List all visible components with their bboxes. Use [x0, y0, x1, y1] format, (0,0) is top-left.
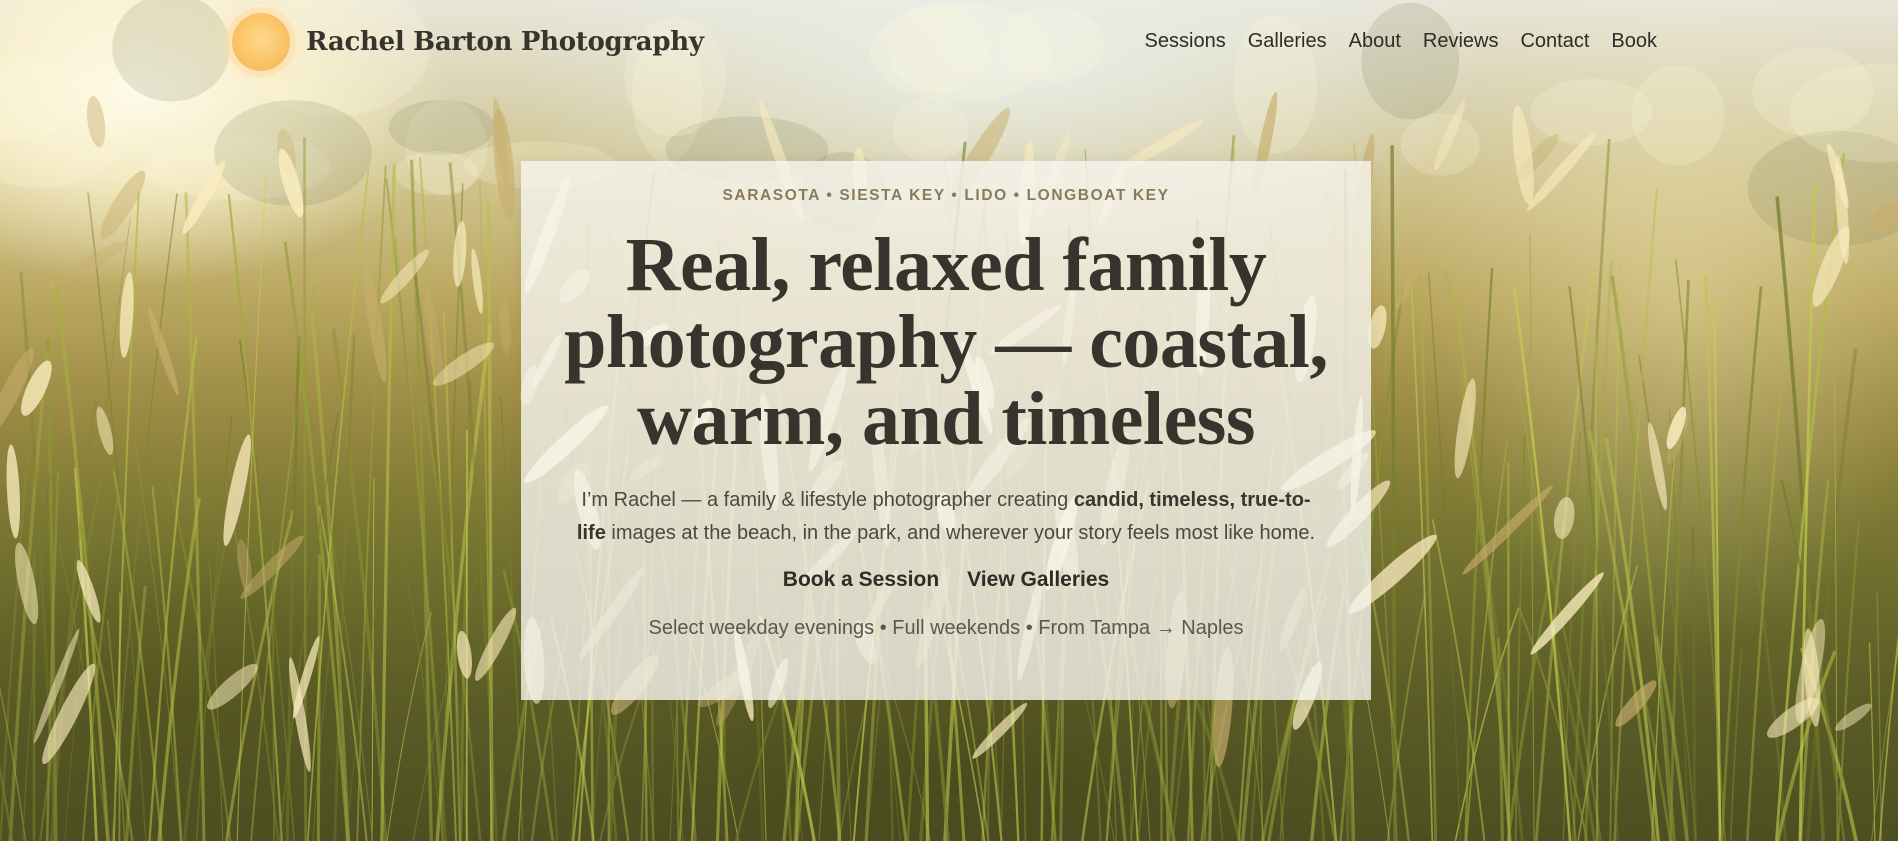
hero-intro: I’m Rachel — a family & lifestyle photog…	[576, 484, 1316, 550]
site-header: Rachel Barton Photography Sessions Galle…	[0, 0, 1898, 88]
logo-text: Rachel Barton Photography	[306, 27, 704, 57]
nav-item-galleries[interactable]: Galleries	[1248, 30, 1327, 53]
location-list: SARASOTA • SIESTA KEY • LIDO • LONGBOAT …	[722, 187, 1170, 204]
view-galleries-button[interactable]: View Galleries	[967, 568, 1109, 592]
intro-text-start: I’m Rachel — a family & lifestyle photog…	[581, 489, 1074, 511]
logo-link[interactable]: Rachel Barton Photography	[232, 13, 704, 71]
nav-item-sessions[interactable]: Sessions	[1145, 30, 1226, 53]
nav-item-book[interactable]: Book	[1611, 30, 1657, 53]
nav-item-about[interactable]: About	[1349, 30, 1401, 53]
nav-item-reviews[interactable]: Reviews	[1423, 30, 1499, 53]
hero-headline: Real, relaxed family photography — coast…	[564, 223, 1328, 461]
nav-item-contact[interactable]: Contact	[1520, 30, 1589, 53]
sun-icon	[232, 13, 290, 71]
intro-text-end: images at the beach, in the park, and wh…	[605, 522, 1316, 544]
cta-row: Book a Session View Galleries	[521, 568, 1371, 592]
hero-card: SARASOTA • SIESTA KEY • LIDO • LONGBOAT …	[521, 161, 1371, 700]
main-nav: Sessions Galleries About Reviews Contact…	[1123, 30, 1657, 53]
availability-note: Select weekday evenings • Full weekends …	[648, 617, 1244, 639]
book-session-button[interactable]: Book a Session	[783, 568, 939, 592]
